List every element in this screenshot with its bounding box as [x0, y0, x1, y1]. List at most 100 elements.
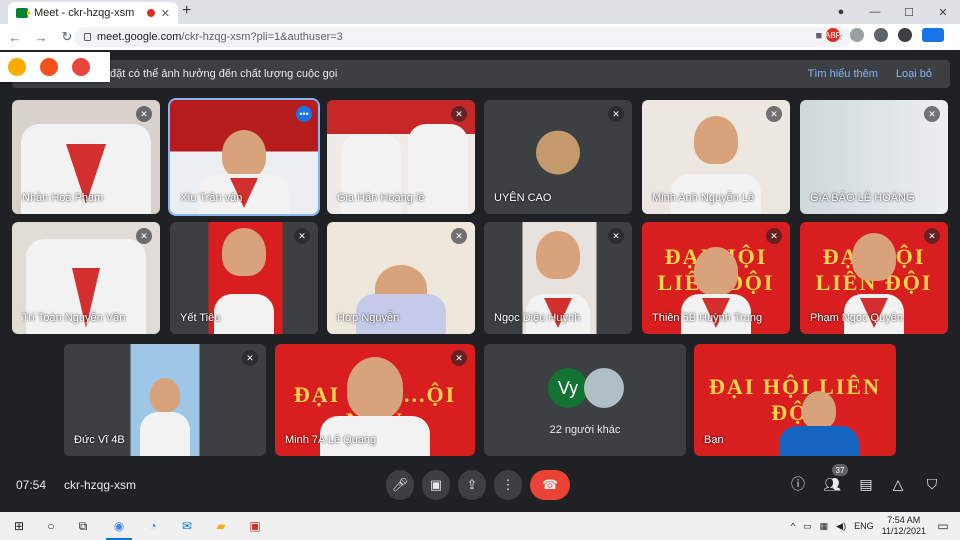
battery-icon[interactable]: ▭: [803, 521, 812, 532]
task-view-icon[interactable]: ⧉: [74, 517, 92, 535]
other-participants-tile[interactable]: Vy 22 người khác: [484, 344, 686, 456]
participant-tile[interactable]: ✕ Yết Tiêu: [170, 222, 318, 334]
learn-more-link[interactable]: Tìm hiểu thêm: [808, 68, 878, 80]
microphone-button[interactable]: 🎤︎: [386, 470, 414, 500]
participant-tile[interactable]: ✕ Ngọc Diệu Huỳnh: [484, 222, 632, 334]
people-count-badge: 37: [832, 464, 848, 476]
mic-muted-icon: ✕: [451, 106, 467, 122]
app-icon[interactable]: ▣: [246, 517, 264, 535]
participant-tile[interactable]: ✕ Đức Vĩ 4B: [64, 344, 266, 456]
banner-graphic-text: ĐẠI HỘI LIÊN ĐỘI: [709, 374, 881, 425]
participant-tile[interactable]: ✕ Trí Toàn Nguyễn Văn: [12, 222, 160, 334]
mail-icon[interactable]: ✉: [178, 517, 196, 535]
emblem-icon[interactable]: [8, 58, 26, 76]
profile-icon[interactable]: ●: [824, 6, 858, 18]
mic-muted-icon: ✕: [608, 228, 624, 244]
participant-tile[interactable]: ✕ GIA BẢO LÊ HOÀNG: [800, 100, 948, 214]
reload-icon[interactable]: ↻: [60, 29, 74, 45]
chrome-icon[interactable]: ◉: [106, 517, 132, 540]
forward-icon[interactable]: →: [34, 30, 48, 45]
participant-name: Nhân Hoà Phạm: [22, 192, 104, 204]
banner-message: đặt có thể ảnh hưởng đến chất lượng cuộc…: [110, 68, 338, 80]
extension-icons: ABP: [825, 28, 944, 42]
leave-call-button[interactable]: ☎: [530, 470, 570, 500]
host-controls-icon[interactable]: ⛉: [922, 474, 942, 494]
taskbar-time: 7:54 AM: [887, 515, 921, 525]
participant-avatar: [584, 368, 624, 408]
chevron-up-icon[interactable]: ^: [791, 521, 795, 531]
network-warning-banner: đặt có thể ảnh hưởng đến chất lượng cuộc…: [12, 60, 950, 88]
mic-muted-icon: ✕: [294, 228, 310, 244]
account-avatar-icon[interactable]: [922, 28, 944, 42]
input-language[interactable]: ENG: [854, 521, 874, 531]
file-explorer-icon[interactable]: ▰: [212, 517, 230, 535]
close-window-button[interactable]: ✕: [926, 6, 960, 19]
meeting-details-icon[interactable]: ⓘ: [788, 474, 808, 494]
more-options-icon[interactable]: •••: [296, 106, 312, 122]
participant-tile[interactable]: ✕ Nhân Hoà Phạm: [12, 100, 160, 214]
notification-icon[interactable]: ▭: [934, 517, 952, 535]
mic-muted-icon: ✕: [924, 106, 940, 122]
mic-muted-icon: ✕: [766, 106, 782, 122]
recording-indicator-icon: [146, 9, 155, 17]
extension-icon[interactable]: [874, 28, 888, 42]
edge-icon[interactable]: ◔: [144, 517, 162, 535]
meeting-clock: 07:54: [16, 478, 47, 492]
new-tab-button[interactable]: +: [182, 2, 191, 20]
dismiss-link[interactable]: Loại bỏ: [896, 68, 932, 80]
camera-indicator-icon[interactable]: ■: [815, 30, 822, 43]
others-count: 22 người khác: [549, 424, 621, 436]
extension-icon[interactable]: [850, 28, 864, 42]
participant-name: Xíu Trần văn: [180, 192, 243, 204]
participant-name: Ngọc Diệu Huỳnh: [494, 312, 581, 324]
tab-title: Meet - ckr-hzqg-xsm: [34, 7, 135, 19]
participant-tile[interactable]: ✕ Minh Anh Nguyễn Lê: [642, 100, 790, 214]
address-bar[interactable]: meet.google.com/ckr-hzqg-xsm?pli=1&authu…: [74, 27, 852, 47]
participant-tile[interactable]: ĐẠI HỘI ...ỘI MẪU ✕ Minh 7A Lê Quang: [275, 344, 475, 456]
minimize-button[interactable]: —: [858, 6, 892, 18]
participant-tile[interactable]: ✕ UYÊN CAO: [484, 100, 632, 214]
participant-name: GIA BẢO LÊ HOÀNG: [810, 192, 915, 204]
self-view-tile[interactable]: ĐẠI HỘI LIÊN ĐỘI Bạn: [694, 344, 896, 456]
network-icon[interactable]: ▦: [820, 521, 829, 532]
browser-tab-strip: Meet - ckr-hzqg-xsm ✕ + ● — ☐ ✕: [0, 0, 960, 24]
participant-tile[interactable]: ✕ Gia Hân Hoàng lê: [327, 100, 475, 214]
search-icon[interactable]: ○: [42, 517, 60, 535]
hang-up-icon: ☎: [541, 477, 559, 492]
window-controls: ● — ☐ ✕: [824, 0, 960, 24]
volume-icon[interactable]: ◀): [836, 521, 846, 532]
windows-taskbar: ⊞ ○ ⧉ ◉ ◔ ✉ ▰ ▣ ^ ▭ ▦ ◀) ENG 7:54 AM 11/…: [0, 512, 960, 540]
windows-start-icon[interactable]: ⊞: [10, 517, 28, 535]
participant-avatar: [536, 130, 580, 175]
participant-tile[interactable]: ••• Xíu Trần văn: [168, 98, 320, 216]
shortcut-icon[interactable]: [72, 58, 90, 76]
participant-tile[interactable]: ĐẠI HỘI LIÊN ĐỘI ✕ Thiên 5B Huỳnh Trung: [642, 222, 790, 334]
back-icon[interactable]: ←: [8, 30, 22, 45]
people-icon[interactable]: 👥︎: [822, 474, 842, 494]
present-screen-button[interactable]: ⇪: [458, 470, 486, 500]
adblock-extension-icon[interactable]: ABP: [825, 28, 841, 42]
system-tray: ^ ▭ ▦ ◀) ENG 7:54 AM 11/12/2021: [791, 515, 926, 537]
participant-name: Đức Vĩ 4B: [74, 434, 125, 446]
close-tab-icon[interactable]: ✕: [161, 7, 170, 20]
mic-muted-icon: ✕: [451, 350, 467, 366]
activities-icon[interactable]: △: [888, 474, 908, 494]
chat-icon[interactable]: ▤: [856, 474, 876, 494]
more-options-button[interactable]: ⋮: [494, 470, 522, 500]
maximize-button[interactable]: ☐: [892, 6, 926, 19]
taskbar-clock[interactable]: 7:54 AM 11/12/2021: [882, 515, 926, 537]
more-vertical-icon: ⋮: [501, 477, 515, 492]
browser-tab-meet[interactable]: Meet - ckr-hzqg-xsm ✕: [8, 2, 178, 24]
participant-name: Gia Hân Hoàng lê: [337, 192, 425, 204]
extension-popup: [0, 52, 110, 82]
participant-tile[interactable]: ✕ Hợp Nguyễn: [327, 222, 475, 334]
participant-name: Phạm Ngọc Quyên: [810, 312, 903, 324]
mic-muted-icon: ✕: [136, 228, 152, 244]
microphone-icon: 🎤︎: [391, 477, 409, 492]
camera-button[interactable]: ▣: [422, 470, 450, 500]
mic-muted-icon: ✕: [242, 350, 258, 366]
shortcut-icon[interactable]: [40, 58, 58, 76]
participant-name: Minh Anh Nguyễn Lê: [652, 192, 755, 204]
participant-tile[interactable]: ĐẠI HỘI LIÊN ĐỘI ✕ Phạm Ngọc Quyên: [800, 222, 948, 334]
puzzle-extensions-icon[interactable]: [898, 28, 912, 42]
